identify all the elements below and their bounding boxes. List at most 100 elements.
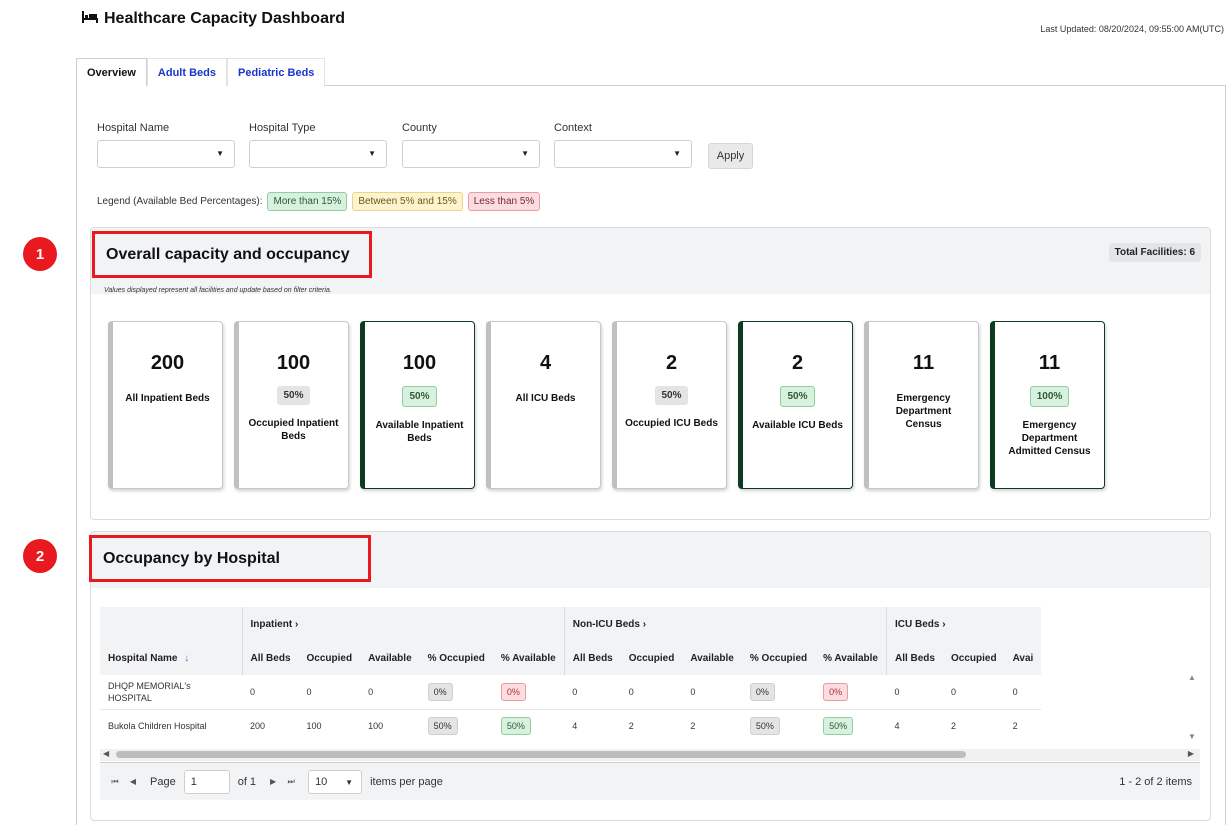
county-label: County <box>402 122 437 134</box>
cell: 0% <box>492 675 565 710</box>
hospital-name-select[interactable]: ▼ <box>97 140 235 168</box>
cell: 2 <box>620 709 683 742</box>
caret-down-icon: ▼ <box>521 149 529 158</box>
apply-button[interactable]: Apply <box>708 143 753 169</box>
col-icu-available[interactable]: Avai <box>1004 641 1042 675</box>
vertical-scrollbar[interactable]: ▲ ▼ <box>1186 673 1200 745</box>
card-value: 11 <box>912 352 935 374</box>
prev-page-icon[interactable]: ◀ <box>124 777 142 786</box>
col-hospital-name-label: Hospital Name <box>108 652 178 664</box>
pct-pill: 50% <box>500 717 531 735</box>
pct-pill: 0% <box>427 682 453 701</box>
last-updated: Last Updated: 08/20/2024, 09:55:00 AM(UT… <box>1040 24 1224 34</box>
group-header-row: Inpatient › Non-ICU Beds › ICU Beds › <box>100 607 1042 641</box>
cell: 2 <box>942 709 1005 742</box>
hospital-type-label: Hospital Type <box>249 122 316 134</box>
legend-label: Legend (Available Bed Percentages): <box>97 196 263 207</box>
cell: 2 <box>682 709 742 742</box>
card-value: 4 <box>539 352 552 374</box>
context-label: Context <box>554 122 592 134</box>
dashboard-header: Healthcare Capacity Dashboard Last Updat… <box>82 10 1228 36</box>
scroll-up-icon[interactable]: ▲ <box>1188 673 1196 682</box>
cell: 200 <box>242 709 299 742</box>
card-label: Available Inpatient Beds <box>375 420 464 444</box>
col-in-pct-occupied[interactable]: % Occupied <box>419 641 493 675</box>
first-page-icon[interactable]: ⏮ <box>106 777 124 787</box>
cell-hospital-name: DHQP MEMORIAL's HOSPITAL <box>100 675 242 710</box>
cell: 0 <box>682 675 742 710</box>
card-all-icu-beds: 4 All ICU Beds <box>486 321 601 489</box>
caret-down-icon: ▼ <box>673 149 681 158</box>
county-select[interactable]: ▼ <box>402 140 540 168</box>
table-row[interactable]: Bukola Children Hospital 200 100 100 50%… <box>100 709 1042 742</box>
col-in-all-beds[interactable]: All Beds <box>241 641 299 675</box>
col-non-occupied[interactable]: Occupied <box>620 641 683 675</box>
bed-icon <box>82 10 98 28</box>
col-icu-occupied[interactable]: Occupied <box>942 641 1005 675</box>
cell: 100 <box>298 709 361 742</box>
page-input[interactable]: 1 <box>183 769 230 794</box>
page-of-label: of 1 <box>237 775 257 788</box>
group-inpatient[interactable]: Inpatient › <box>241 607 565 641</box>
cell: 0% <box>815 675 887 710</box>
col-non-pct-occupied[interactable]: % Occupied <box>741 641 816 675</box>
group-non-icu[interactable]: Non-ICU Beds › <box>563 607 887 641</box>
col-non-pct-available[interactable]: % Available <box>815 641 887 675</box>
card-available-icu-beds: 2 50% Available ICU Beds <box>738 321 853 489</box>
legend-high-badge: More than 15% <box>267 192 348 211</box>
pct-pill: 0% <box>823 682 849 701</box>
cell: 50% <box>492 709 565 742</box>
card-label: All ICU Beds <box>515 393 576 404</box>
tab-adult-beds[interactable]: Adult Beds <box>146 58 227 86</box>
cell: 4 <box>886 709 943 742</box>
caret-down-icon: ▼ <box>345 777 354 787</box>
scroll-thumb[interactable] <box>116 751 966 758</box>
cell: 2 <box>1004 709 1042 742</box>
horizontal-scrollbar[interactable]: ◀ ▶ <box>100 749 1200 761</box>
page-size-select[interactable]: 10 ▼ <box>308 769 363 794</box>
cell: 4 <box>564 709 621 742</box>
card-percentage: 50% <box>780 386 815 407</box>
card-label: Available ICU Beds <box>752 420 843 431</box>
scroll-down-icon[interactable]: ▼ <box>1188 732 1196 741</box>
col-icu-all-beds[interactable]: All Beds <box>885 641 943 675</box>
card-occupied-icu-beds: 2 50% Occupied ICU Beds <box>612 321 727 489</box>
tab-bar: Overview Adult Beds Pediatric Beds <box>76 58 326 86</box>
cell: 100 <box>360 709 420 742</box>
card-value: 2 <box>665 352 678 374</box>
occupancy-table: Inpatient › Non-ICU Beds › ICU Beds › Ho… <box>100 607 1042 742</box>
scroll-right-icon[interactable]: ▶ <box>1188 749 1194 758</box>
last-page-icon[interactable]: ⏭ <box>282 777 300 787</box>
table-row[interactable]: DHQP MEMORIAL's HOSPITAL 0 0 0 0% 0% 0 0… <box>100 675 1042 710</box>
pager: ⏮ ◀ Page 1 of 1 ▶ ⏭ 10 ▼ items per page … <box>100 762 1200 800</box>
tab-overview[interactable]: Overview <box>76 58 147 86</box>
sort-down-arrow-icon: ↓ <box>184 652 190 664</box>
annotation-marker-1: 1 <box>23 237 57 271</box>
next-page-icon[interactable]: ▶ <box>264 777 282 786</box>
context-select[interactable]: ▼ <box>554 140 692 168</box>
county-filter: County ▼ <box>402 122 540 168</box>
card-value: 100 <box>402 352 437 374</box>
col-in-occupied[interactable]: Occupied <box>298 641 361 675</box>
col-non-all-beds[interactable]: All Beds <box>563 641 621 675</box>
hospital-type-select[interactable]: ▼ <box>249 140 387 168</box>
group-icu[interactable]: ICU Beds › <box>885 607 1042 641</box>
page-size-value: 10 <box>315 775 328 788</box>
tab-pediatric-beds[interactable]: Pediatric Beds <box>226 58 326 86</box>
cell-hospital-name: Bukola Children Hospital <box>100 709 242 742</box>
occupancy-section-title: Occupancy by Hospital <box>89 535 371 582</box>
scroll-left-icon[interactable]: ◀ <box>103 749 109 758</box>
col-hospital-name[interactable]: Hospital Name ↓ <box>100 641 242 675</box>
card-ed-admitted-census: 11 100% Emergency Department Admitted Ce… <box>990 321 1105 489</box>
card-label: Occupied Inpatient Beds <box>248 418 339 442</box>
group-spacer <box>100 607 242 641</box>
col-in-pct-available[interactable]: % Available <box>492 641 565 675</box>
occupancy-grid: Inpatient › Non-ICU Beds › ICU Beds › Ho… <box>100 607 1200 742</box>
col-in-available[interactable]: Available <box>360 641 420 675</box>
pct-pill: 0% <box>500 682 526 701</box>
occupancy-section-header: Occupancy by Hospital <box>89 532 1210 588</box>
col-non-available[interactable]: Available <box>682 641 742 675</box>
card-available-inpatient-beds: 100 50% Available Inpatient Beds <box>360 321 475 489</box>
column-header-row: Hospital Name ↓ All Beds Occupied Availa… <box>100 641 1042 675</box>
card-label: Emergency Department Admitted Census <box>1008 420 1091 457</box>
